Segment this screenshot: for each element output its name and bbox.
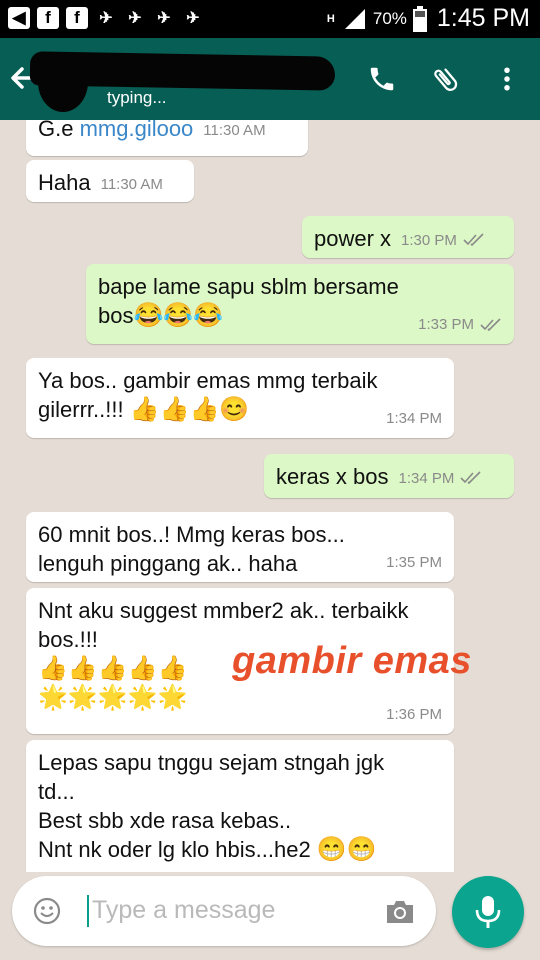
signal-icon bbox=[344, 8, 365, 29]
back-square-icon: ◀ bbox=[8, 7, 30, 29]
message-time: 1:34 PM bbox=[398, 469, 455, 487]
message-outgoing[interactable]: keras x bos 1:34 PM bbox=[264, 454, 514, 498]
message-incoming[interactable]: Haha 11:30 AM bbox=[26, 160, 194, 202]
message-outgoing[interactable]: bape lame sapu sblm bersame bos😂😂😂 1:33 … bbox=[86, 264, 514, 344]
read-receipt-icon bbox=[460, 471, 481, 485]
emoji-icon[interactable] bbox=[32, 896, 62, 926]
camera-icon[interactable] bbox=[384, 898, 416, 926]
airplane-icon: ✈ bbox=[186, 10, 200, 27]
message-time: 11:30 AM bbox=[100, 175, 163, 193]
message-text: lenguh pinggang ak.. haha bbox=[38, 551, 298, 576]
message-incoming[interactable]: G.e mmg.gilooo 11:30 AM bbox=[26, 120, 308, 156]
network-type: H bbox=[326, 12, 335, 25]
emoji: 😂😂😂 bbox=[133, 302, 224, 329]
message-text: Nnt nk oder lg klo hbis...he2 bbox=[38, 837, 317, 862]
emoji: 😁😁 bbox=[316, 836, 377, 863]
message-time: 1:30 PM bbox=[401, 231, 457, 249]
facebook-icon: f bbox=[66, 7, 88, 29]
message-time: 1:36 PM bbox=[386, 706, 442, 723]
status-bar: ◀ f f ✈ ✈ ✈ ✈ H 70% 1:45 PM bbox=[0, 0, 540, 38]
chat-header: typing... bbox=[0, 38, 540, 120]
battery-percent: 70% bbox=[372, 8, 407, 28]
paperclip-icon[interactable] bbox=[431, 64, 461, 94]
system-status: H 70% 1:45 PM bbox=[325, 4, 530, 33]
message-text: Nnt aku suggest mmber2 ak.. terbaikk bbox=[38, 598, 409, 623]
message-composer[interactable]: Type a message bbox=[12, 876, 436, 946]
emoji: 👍👍👍😊 bbox=[129, 396, 250, 423]
message-text: Haha bbox=[38, 170, 91, 195]
contact-name-redacted[interactable] bbox=[29, 51, 336, 91]
notification-icons: ◀ f f ✈ ✈ ✈ ✈ bbox=[8, 7, 204, 29]
voice-record-button[interactable] bbox=[452, 876, 524, 948]
message-text: bape lame sapu sblm bersame bbox=[98, 274, 399, 299]
battery-icon bbox=[412, 5, 427, 32]
facebook-icon: f bbox=[37, 7, 59, 29]
message-incoming[interactable]: Ya bos.. gambir emas mmg terbaik gilerrr… bbox=[26, 358, 454, 438]
overlay-caption: gambir emas bbox=[232, 640, 472, 682]
clock: 1:45 PM bbox=[436, 4, 530, 32]
phone-icon[interactable] bbox=[367, 64, 397, 94]
message-text: gilerrr..!!! bbox=[38, 397, 130, 422]
message-text: power x bbox=[314, 226, 392, 251]
message-text: Best sbb xde rasa kebas.. bbox=[38, 808, 292, 833]
message-text: keras x bos bbox=[276, 464, 389, 489]
message-text: td... bbox=[38, 779, 75, 804]
message-time: 1:34 PM bbox=[386, 410, 442, 427]
read-receipt-icon bbox=[480, 317, 501, 331]
message-text: Lepas sapu tnggu sejam stngah jgk bbox=[38, 750, 385, 775]
message-time: 11:30 AM bbox=[203, 121, 266, 139]
text-cursor bbox=[87, 895, 89, 927]
message-input[interactable]: Type a message bbox=[92, 896, 275, 925]
contact-status: typing... bbox=[107, 88, 167, 107]
message-incoming[interactable]: 60 mnit bos..! Mmg keras bos... lenguh p… bbox=[26, 512, 454, 582]
airplane-icon: ✈ bbox=[157, 10, 171, 27]
message-text: 60 mnit bos..! Mmg keras bos... bbox=[38, 522, 345, 547]
message-text: G.e bbox=[38, 120, 80, 141]
message-text: Ya bos.. gambir emas mmg terbaik bbox=[38, 368, 378, 393]
message-list[interactable]: G.e mmg.gilooo 11:30 AM Haha 11:30 AM powe… bbox=[0, 120, 540, 872]
message-incoming[interactable]: Lepas sapu tnggu sejam stngah jgk td... … bbox=[26, 740, 454, 872]
airplane-icon: ✈ bbox=[128, 10, 142, 27]
more-vert-icon[interactable] bbox=[492, 64, 522, 94]
message-time: 1:35 PM bbox=[386, 554, 442, 571]
mic-icon bbox=[475, 896, 501, 928]
message-link[interactable]: mmg.gilooo bbox=[80, 120, 194, 141]
emoji: 🌟🌟🌟🌟🌟 bbox=[38, 684, 188, 711]
airplane-icon: ✈ bbox=[99, 10, 113, 27]
read-receipt-icon bbox=[463, 233, 484, 247]
message-time: 1:33 PM bbox=[418, 316, 474, 333]
message-outgoing[interactable]: power x 1:30 PM bbox=[302, 216, 514, 258]
message-text: bos bbox=[98, 303, 134, 328]
